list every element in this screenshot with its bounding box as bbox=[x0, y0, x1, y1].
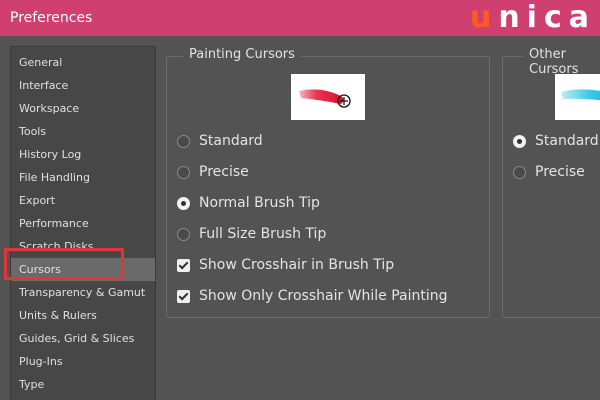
sidebar-item-file-handling[interactable]: File Handling bbox=[11, 166, 155, 189]
other-standard-label: Standard bbox=[535, 133, 599, 149]
checkbox-checked-icon[interactable] bbox=[177, 289, 190, 303]
sidebar-item-cursors[interactable]: Cursors bbox=[11, 258, 155, 281]
radio-unchecked-icon[interactable] bbox=[177, 134, 190, 148]
show-only-crosshair-option[interactable]: Show Only Crosshair While Painting bbox=[177, 288, 448, 304]
sidebar-item-workspace[interactable]: Workspace bbox=[11, 97, 155, 120]
sidebar-item-type[interactable]: Type bbox=[11, 373, 155, 396]
sidebar-item-history-log[interactable]: History Log bbox=[11, 143, 155, 166]
painting-full-size-brush-tip-label: Full Size Brush Tip bbox=[199, 226, 327, 242]
sidebar-item-general[interactable]: General bbox=[11, 51, 155, 74]
sidebar-item-interface[interactable]: Interface bbox=[11, 74, 155, 97]
painting-cursors-group: Painting Cursors Standard Precise Normal… bbox=[166, 47, 490, 318]
sidebar-item-units-rulers[interactable]: Units & Rulers bbox=[11, 304, 155, 327]
painting-precise-label: Precise bbox=[199, 164, 249, 180]
radio-checked-icon[interactable] bbox=[513, 134, 526, 148]
sidebar-item-scratch-disks[interactable]: Scratch Disks bbox=[11, 235, 155, 258]
painting-standard-option[interactable]: Standard bbox=[177, 133, 263, 149]
painting-normal-brush-tip-option[interactable]: Normal Brush Tip bbox=[177, 195, 320, 211]
other-cursors-title: Other Cursors bbox=[523, 47, 600, 77]
window-title: Preferences bbox=[10, 10, 93, 26]
painting-cursor-preview bbox=[291, 74, 365, 120]
painting-standard-label: Standard bbox=[199, 133, 263, 149]
painting-precise-option[interactable]: Precise bbox=[177, 164, 249, 180]
painting-normal-brush-tip-label: Normal Brush Tip bbox=[199, 195, 320, 211]
other-precise-option[interactable]: Precise bbox=[513, 164, 585, 180]
other-standard-option[interactable]: Standard bbox=[513, 133, 599, 149]
radio-unchecked-icon[interactable] bbox=[177, 165, 190, 179]
painting-full-size-brush-tip-option[interactable]: Full Size Brush Tip bbox=[177, 226, 326, 242]
sidebar-item-transparency-gamut[interactable]: Transparency & Gamut bbox=[11, 281, 155, 304]
unica-logo: unica bbox=[469, 0, 596, 35]
sidebar-item-export[interactable]: Export bbox=[11, 189, 155, 212]
sidebar-item-tools[interactable]: Tools bbox=[11, 120, 155, 143]
sidebar-item-plug-ins[interactable]: Plug-Ins bbox=[11, 350, 155, 373]
radio-checked-icon[interactable] bbox=[177, 196, 190, 210]
painting-cursors-title: Painting Cursors bbox=[183, 47, 301, 62]
other-precise-label: Precise bbox=[535, 164, 585, 180]
sidebar-item-cursors-label: Cursors bbox=[19, 263, 61, 276]
sidebar-item-performance[interactable]: Performance bbox=[11, 212, 155, 235]
preferences-sidebar: General Interface Workspace Tools Histor… bbox=[10, 46, 156, 400]
red-brush-stroke-icon bbox=[299, 89, 351, 108]
title-bar: Preferences unica bbox=[0, 0, 600, 36]
radio-unchecked-icon[interactable] bbox=[513, 165, 526, 179]
show-only-crosshair-label: Show Only Crosshair While Painting bbox=[199, 288, 448, 304]
radio-unchecked-icon[interactable] bbox=[177, 227, 190, 241]
sidebar-item-guides-grid-slices[interactable]: Guides, Grid & Slices bbox=[11, 327, 155, 350]
other-cursors-group: Other Cursors Standard Precise bbox=[502, 47, 600, 318]
show-crosshair-option[interactable]: Show Crosshair in Brush Tip bbox=[177, 257, 394, 273]
show-crosshair-label: Show Crosshair in Brush Tip bbox=[199, 257, 395, 273]
checkbox-checked-icon[interactable] bbox=[177, 258, 190, 272]
other-cursor-preview bbox=[555, 74, 600, 120]
cyan-brush-stroke-icon bbox=[561, 89, 600, 101]
